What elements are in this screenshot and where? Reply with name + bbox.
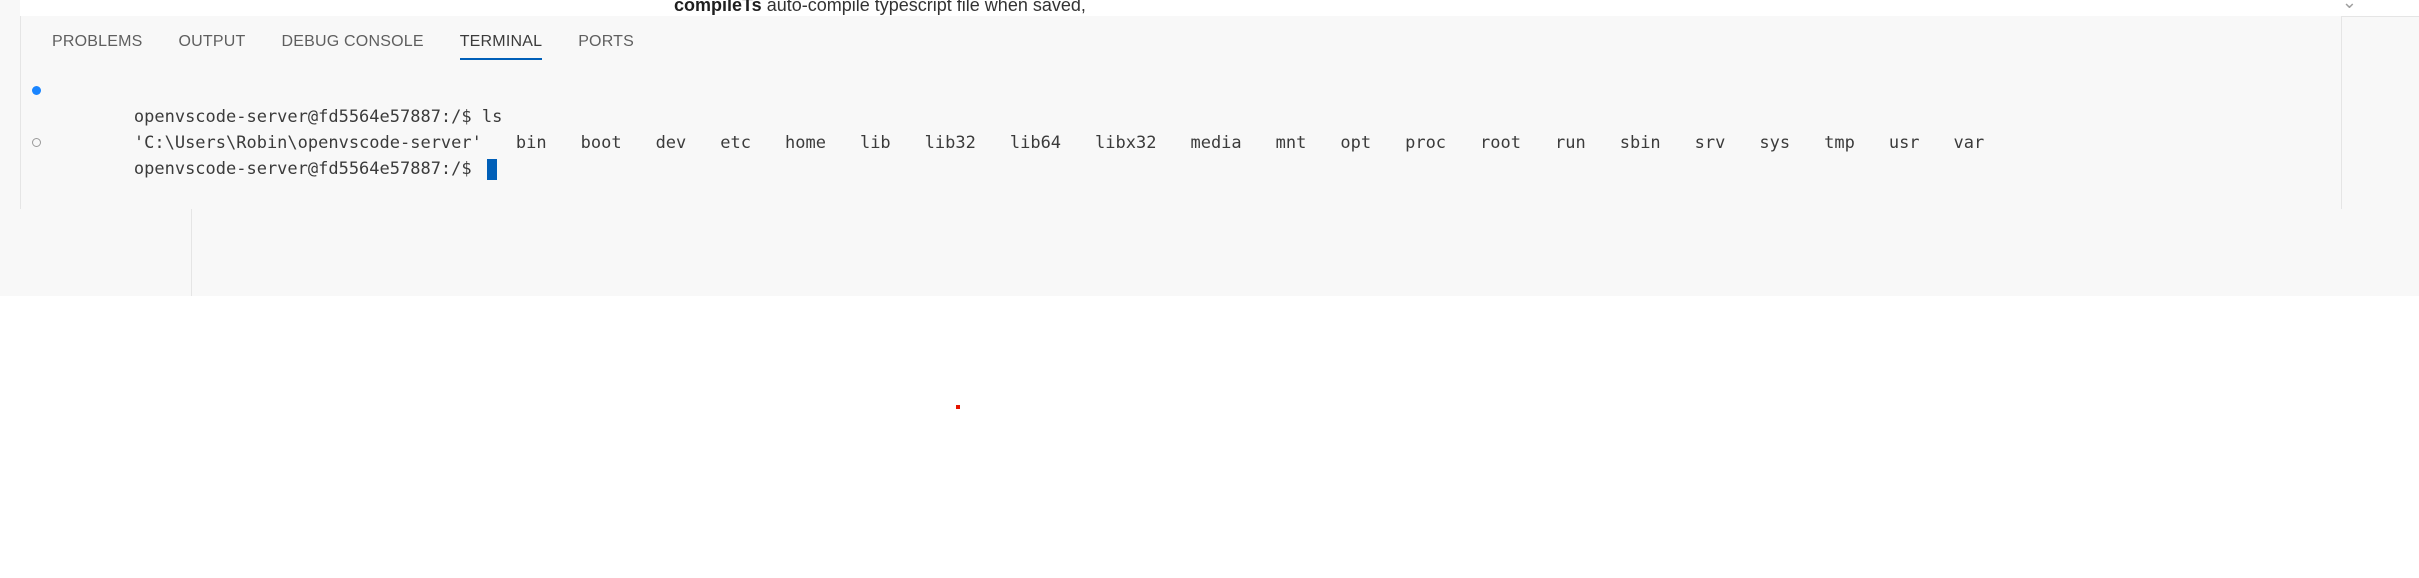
terminal-view[interactable]: openvscode-server@fd5564e57887:/$ ls 'C:…	[21, 78, 2321, 180]
workbench: compileTs auto-compile typescript file w…	[0, 0, 2419, 296]
editor-hint-strip: compileTs auto-compile typescript file w…	[20, 0, 2419, 17]
lower-strip	[0, 209, 2419, 296]
pointer-marker	[956, 405, 960, 409]
setting-keyword: compileTs	[674, 0, 762, 15]
bottom-panel: PROBLEMS OUTPUT DEBUG CONSOLE TERMINAL P…	[20, 16, 2342, 209]
command-success-decoration-icon[interactable]	[32, 86, 41, 95]
command-pending-decoration-icon[interactable]	[32, 138, 41, 147]
chevron-down-icon[interactable]: ⌄	[2342, 0, 2357, 13]
terminal-line: openvscode-server@fd5564e57887:/$ ls	[21, 78, 2321, 127]
panel-tabs: PROBLEMS OUTPUT DEBUG CONSOLE TERMINAL P…	[21, 16, 640, 60]
tab-debug-console[interactable]: DEBUG CONSOLE	[282, 16, 424, 60]
tab-terminal[interactable]: TERMINAL	[459, 16, 543, 60]
tab-output[interactable]: OUTPUT	[179, 16, 246, 60]
terminal-prompt: openvscode-server@fd5564e57887:/$	[133, 159, 482, 179]
setting-hint: compileTs auto-compile typescript file w…	[674, 0, 1086, 16]
setting-description: auto-compile typescript file when saved,	[766, 0, 1086, 15]
terminal-cursor	[486, 158, 497, 180]
sash-divider[interactable]	[191, 209, 192, 296]
tab-problems[interactable]: PROBLEMS	[52, 16, 143, 60]
tab-ports[interactable]: PORTS	[578, 16, 634, 60]
terminal-line: openvscode-server@fd5564e57887:/$	[21, 130, 2321, 180]
terminal-line: 'C:\Users\Robin\openvscode-server' bin boo…	[21, 104, 2321, 153]
